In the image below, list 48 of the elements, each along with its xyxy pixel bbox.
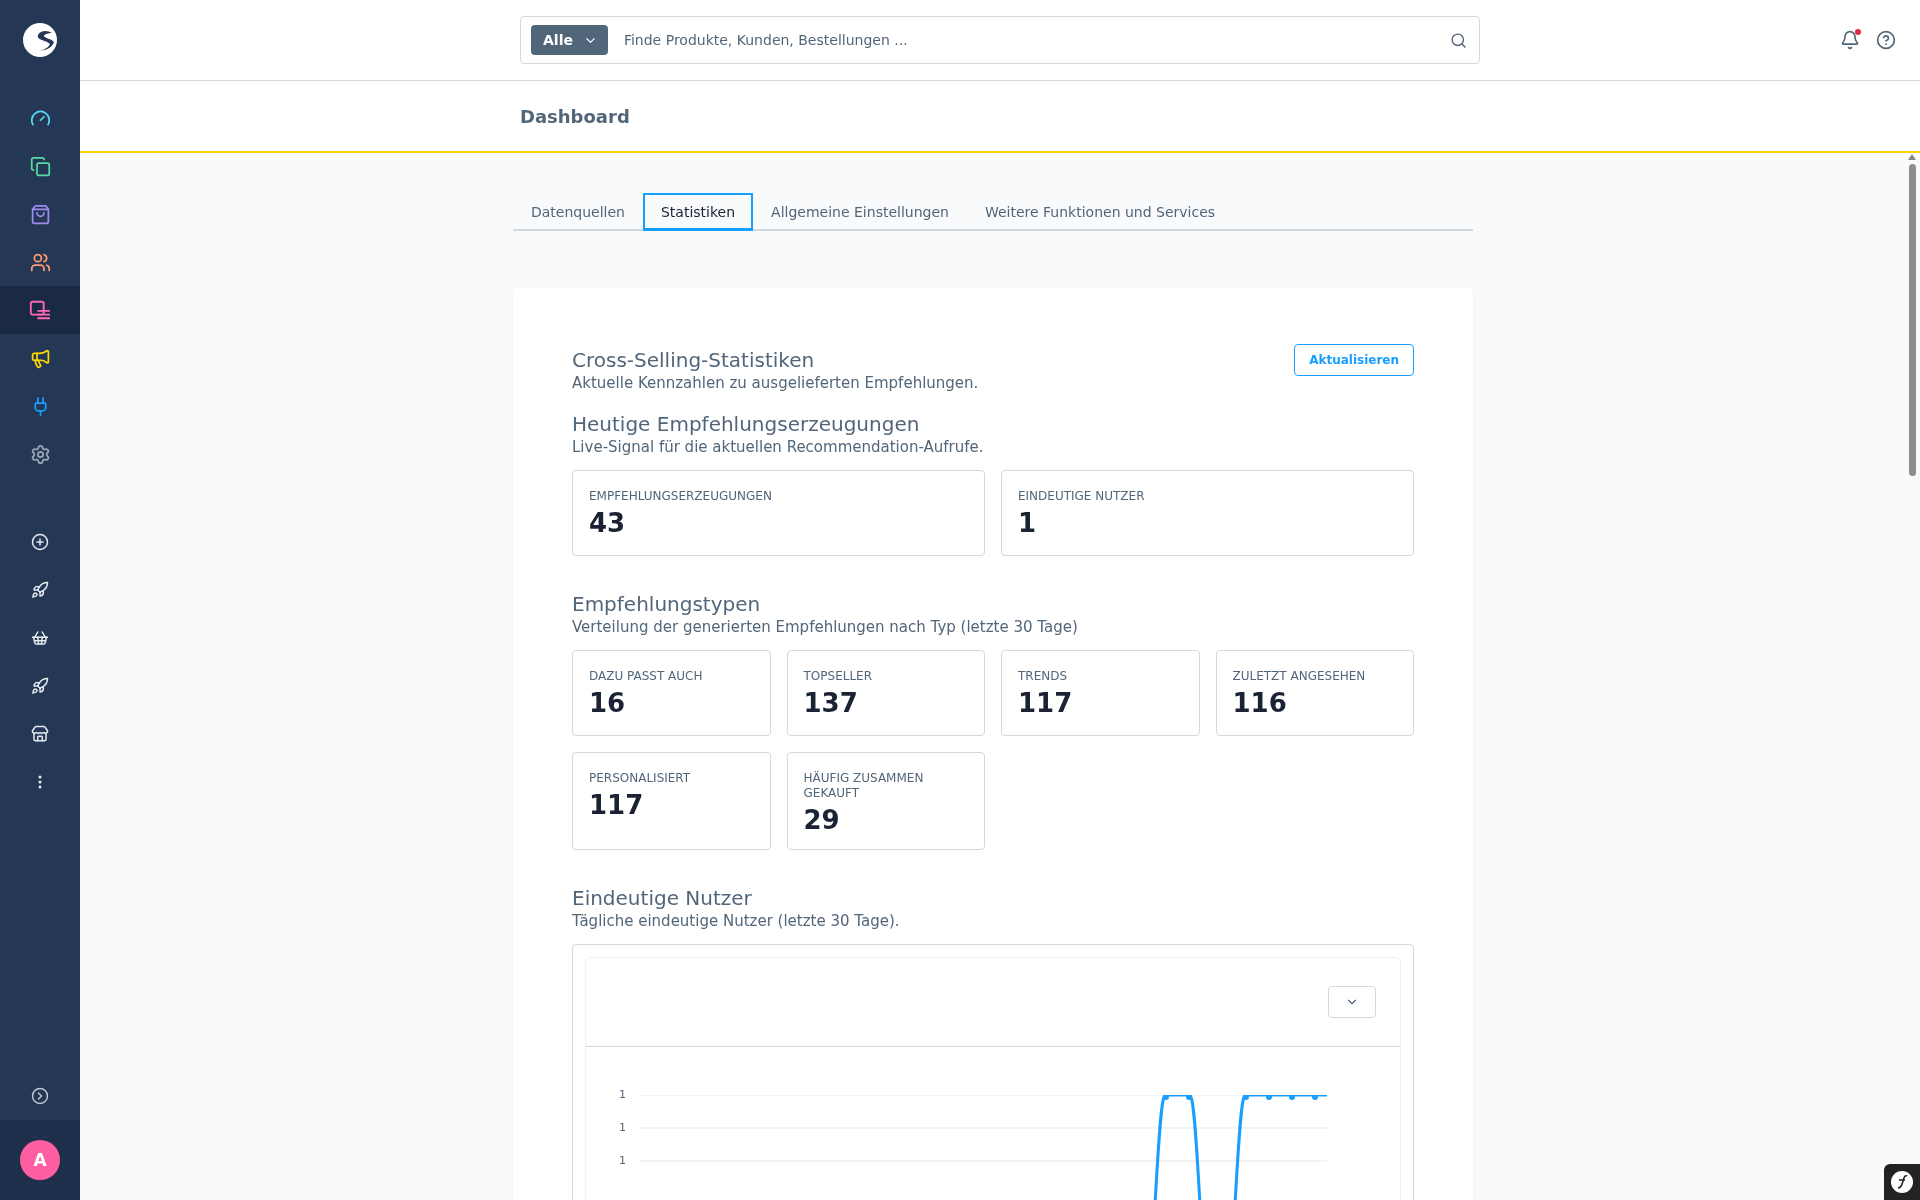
stat-label: DAZU PASST AUCH bbox=[589, 669, 704, 684]
stat-value: 117 bbox=[589, 790, 645, 820]
plus-circle-icon bbox=[31, 533, 49, 551]
search-icon[interactable] bbox=[1450, 31, 1467, 49]
stat-label: HÄUFIG ZUSAMMEN GEKAUFT bbox=[803, 771, 925, 801]
section-subtitle: Tägliche eindeutige Nutzer (letzte 30 Tage). bbox=[572, 912, 901, 930]
rocket-icon bbox=[31, 677, 49, 695]
axis-label: 1 bbox=[619, 1088, 626, 1102]
page-title: Dashboard bbox=[520, 105, 630, 127]
stat-label: EINDEUTIGE NUTZER bbox=[1018, 489, 1146, 504]
axis-label: 1 bbox=[619, 1121, 626, 1135]
tab[interactable]: Datenquellen bbox=[513, 193, 643, 231]
stat-value: 116 bbox=[1232, 688, 1288, 718]
tab[interactable]: Allgemeine Einstellungen bbox=[753, 193, 967, 231]
notifications-button[interactable] bbox=[1840, 30, 1860, 50]
stat-label: EMPFEHLUNGSERZEUGUNGEN bbox=[589, 489, 773, 504]
panel-title: Cross-Selling-Statistiken bbox=[572, 348, 816, 372]
store-icon bbox=[31, 725, 49, 743]
stat-label: ZULETZT ANGESEHEN bbox=[1232, 669, 1367, 684]
stat-value: 29 bbox=[803, 805, 841, 835]
tab[interactable]: Weitere Funktionen und Services bbox=[966, 193, 1234, 231]
scope-dropdown[interactable]: Alle bbox=[531, 25, 608, 55]
stat-value: 137 bbox=[803, 688, 859, 718]
basket-icon bbox=[31, 629, 49, 647]
help-icon[interactable] bbox=[1876, 30, 1896, 50]
nav-item[interactable] bbox=[0, 286, 80, 334]
section-subtitle: Live-Signal für die aktuellen Recommendation-Aufrufe. bbox=[572, 438, 985, 456]
more-icon bbox=[38, 775, 42, 789]
stat-label: TRENDS bbox=[1018, 669, 1069, 684]
expand-icon[interactable] bbox=[31, 1087, 49, 1105]
section-title: Eindeutige Nutzer bbox=[572, 886, 753, 910]
panel-subtitle: Aktuelle Kennzahlen zu ausgelieferten Empfehlungen. bbox=[572, 374, 979, 392]
tab[interactable]: Statistiken bbox=[643, 193, 754, 231]
stat-label: TOPSELLER bbox=[803, 669, 873, 684]
stat-value: 16 bbox=[589, 688, 627, 718]
section-title: Empfehlungstypen bbox=[572, 592, 762, 616]
debug-toolbar-icon[interactable] bbox=[1884, 1164, 1920, 1200]
stat-value: 43 bbox=[589, 508, 627, 538]
section-title: Heutige Empfehlungserzeugungen bbox=[572, 412, 921, 436]
rocket-icon bbox=[31, 581, 49, 599]
logo-icon[interactable] bbox=[22, 22, 58, 58]
search-field[interactable]: Alle Finde Produkte, Kunden, Bestellungen ... bbox=[520, 16, 1480, 64]
axis-label: 1 bbox=[619, 1154, 626, 1168]
section-subtitle: Verteilung der generierten Empfehlungen nach Typ (letzte 30 Tage) bbox=[572, 618, 1079, 636]
scrollbar[interactable] bbox=[1908, 154, 1916, 476]
stat-value: 117 bbox=[1018, 688, 1074, 718]
stat-label: PERSONALISIERT bbox=[589, 771, 692, 786]
stat-value: 1 bbox=[1018, 508, 1038, 538]
